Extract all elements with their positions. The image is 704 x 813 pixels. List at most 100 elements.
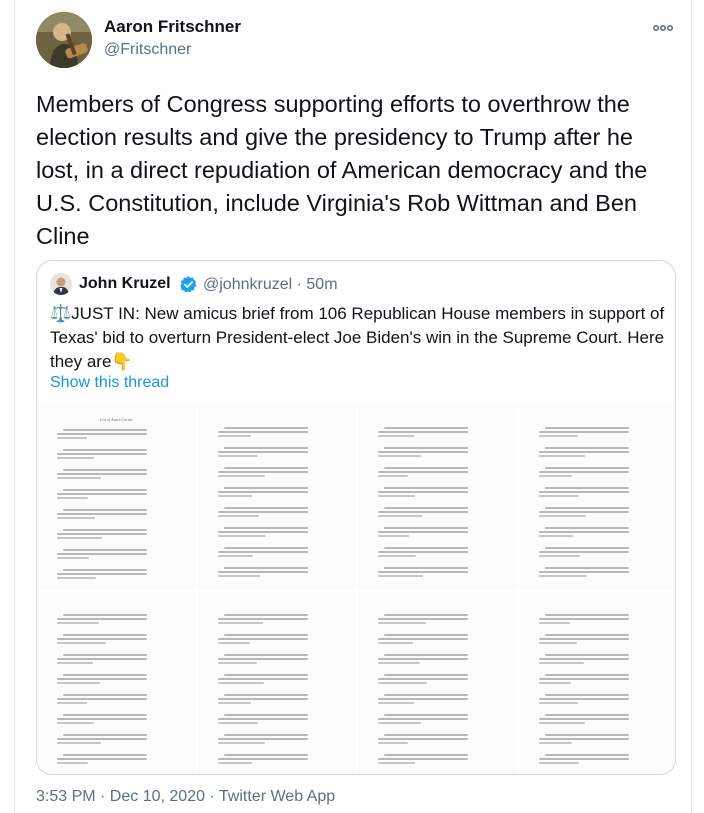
page-text-line xyxy=(217,431,308,433)
page-text-line xyxy=(57,493,147,495)
document-page-image[interactable] xyxy=(197,405,356,590)
page-text-line xyxy=(217,515,259,517)
page-text-line xyxy=(217,455,258,457)
page-text-line xyxy=(378,741,408,744)
page-text-line xyxy=(538,511,629,513)
document-page-image[interactable] xyxy=(197,591,356,774)
author-name[interactable]: Aaron Fritschner xyxy=(104,17,241,37)
page-text-line xyxy=(223,507,308,509)
author-avatar[interactable] xyxy=(36,12,92,68)
page-text-line xyxy=(217,555,253,557)
author-handle[interactable]: @Fritschner xyxy=(104,41,191,59)
page-text-line xyxy=(57,657,147,660)
page-text-line xyxy=(378,511,468,513)
quoted-tweet-text: ⚖️JUST IN: New amicus brief from 106 Rep… xyxy=(50,304,665,371)
page-text-line xyxy=(378,575,423,577)
page-text-line xyxy=(57,513,147,515)
page-text-line xyxy=(57,497,88,499)
quoted-author-name[interactable]: John Kruzel xyxy=(79,275,171,293)
document-image-grid[interactable]: List of Amici Curiae xyxy=(37,405,675,774)
page-text-line xyxy=(217,617,308,620)
page-text-line xyxy=(223,633,308,636)
page-text-line xyxy=(63,693,147,696)
page-text-line xyxy=(538,761,579,764)
page-text-line xyxy=(378,721,421,724)
verified-badge-icon xyxy=(179,275,198,294)
page-text-line xyxy=(378,495,415,497)
page-text-line xyxy=(378,681,427,684)
page-text-line xyxy=(217,757,308,760)
page-text-line xyxy=(538,717,629,720)
page-text-line xyxy=(538,697,629,700)
page-text-line xyxy=(544,633,629,636)
document-page-image[interactable]: List of Amici Curiae xyxy=(37,405,196,590)
quoted-author-handle[interactable]: @johnkruzel · 50m xyxy=(203,276,338,294)
page-text-line xyxy=(378,661,420,664)
document-page-image[interactable] xyxy=(518,591,675,774)
page-text-line xyxy=(538,531,629,533)
page-text-line xyxy=(223,693,308,696)
page-text-line xyxy=(217,737,308,740)
page-text-line xyxy=(63,673,147,676)
page-text-line xyxy=(57,637,147,640)
page-text-line xyxy=(63,469,147,471)
page-text-line xyxy=(57,621,99,624)
page-text-line xyxy=(57,761,88,764)
page-text-line xyxy=(57,437,87,439)
tweet-timestamp-source[interactable]: 3:53 PM · Dec 10, 2020 · Twitter Web App xyxy=(36,788,335,806)
page-text-line xyxy=(63,733,147,736)
quoted-author-avatar[interactable] xyxy=(50,273,72,295)
page-text-line xyxy=(544,447,629,449)
document-page-image[interactable] xyxy=(358,591,517,774)
document-page-image[interactable] xyxy=(37,591,196,774)
quoted-tweet[interactable]: John Kruzel @johnkruzel · 50m ⚖️JUST IN:… xyxy=(36,260,676,775)
page-text-line xyxy=(217,677,308,680)
page-text-line xyxy=(544,753,629,756)
page-text-line xyxy=(538,455,585,457)
page-text-line xyxy=(538,551,629,553)
ellipsis-icon[interactable] xyxy=(651,16,675,40)
page-text-line xyxy=(384,487,468,489)
page-text-line xyxy=(378,701,414,704)
page-text-line xyxy=(57,717,147,720)
page-text-line xyxy=(217,495,252,497)
page-text-line xyxy=(384,673,468,676)
page-text-line xyxy=(57,517,95,519)
page-text-line xyxy=(378,531,468,533)
page-text-line xyxy=(544,567,629,569)
page-text-line xyxy=(223,713,308,716)
page-text-line xyxy=(378,641,413,644)
page-text-line xyxy=(544,673,629,676)
page-text-line xyxy=(538,495,579,497)
page-text-line xyxy=(378,515,422,517)
page-text-line xyxy=(384,753,468,756)
page-text-line xyxy=(63,489,147,491)
page-text-line xyxy=(544,427,629,429)
page-text-line xyxy=(378,431,468,433)
page-text-line xyxy=(57,557,89,559)
page-text-line xyxy=(223,673,308,676)
page-text-line xyxy=(378,491,468,493)
page-text-line xyxy=(57,737,147,740)
document-page-image[interactable] xyxy=(518,405,675,590)
page-text-line xyxy=(223,527,308,529)
page-text-line xyxy=(378,571,468,573)
page-text-line xyxy=(63,753,147,756)
page-text-line xyxy=(538,657,629,660)
page-text-line xyxy=(378,677,468,680)
page-text-line xyxy=(57,697,147,700)
page-text-line xyxy=(217,701,251,704)
page-text-line xyxy=(63,509,147,511)
page-text-line xyxy=(384,547,468,549)
page-text-line xyxy=(57,477,101,479)
page-text-line xyxy=(217,475,265,477)
document-page-image[interactable] xyxy=(358,405,517,590)
page-text-line xyxy=(538,475,572,477)
show-thread-link[interactable]: Show this thread xyxy=(50,374,169,392)
page-text-line xyxy=(57,457,94,459)
page-text-line xyxy=(544,467,629,469)
page-text-line xyxy=(217,535,266,537)
page-text-line xyxy=(217,761,252,764)
page-text-line xyxy=(217,621,263,624)
page-text-line xyxy=(538,701,578,704)
